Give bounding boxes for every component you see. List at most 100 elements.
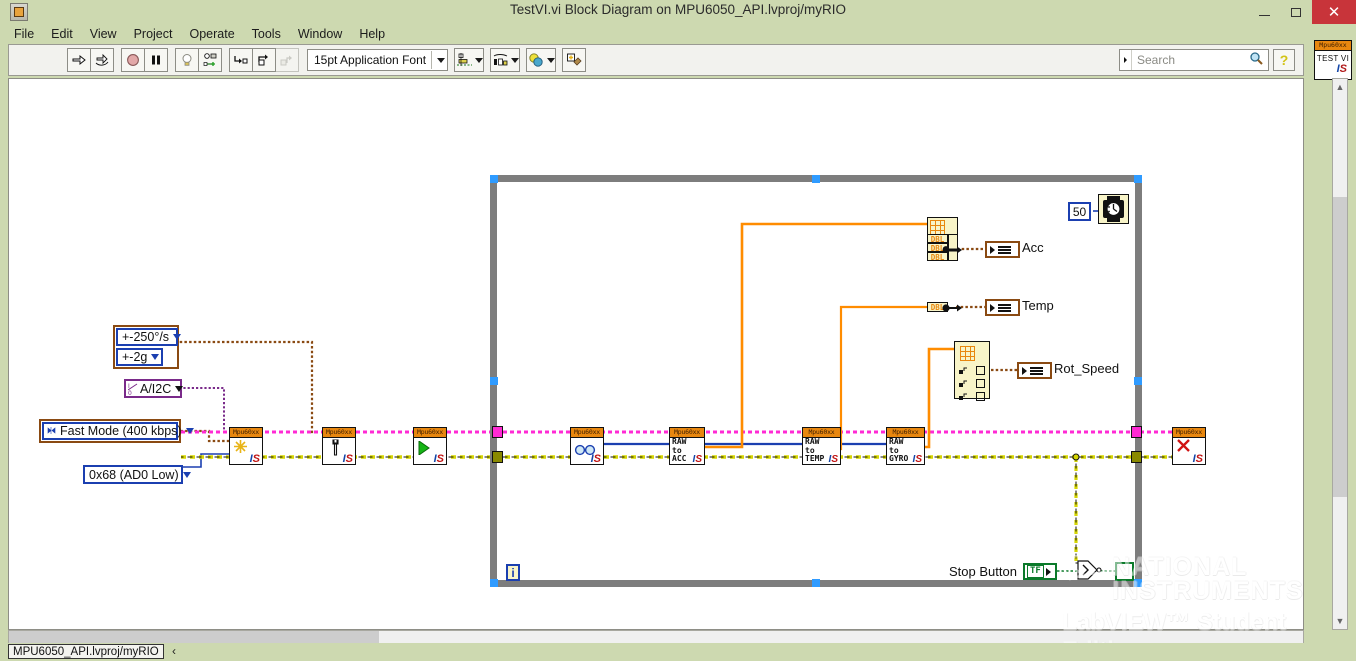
loop-handle-tl[interactable] <box>490 175 498 183</box>
i2c-speed-value: Fast Mode (400 kbps) <box>56 424 186 438</box>
loop-handle-tm[interactable] <box>812 175 820 183</box>
vertical-scrollbar-thumb[interactable] <box>1333 197 1347 497</box>
i2c-speed-ring[interactable]: Fast Mode (400 kbps) <box>42 422 178 440</box>
chevron-down-icon[interactable] <box>151 354 159 360</box>
search-icon[interactable] <box>1249 51 1263 70</box>
loop-handle-bl[interactable] <box>490 579 498 587</box>
search-input[interactable]: Search <box>1119 49 1269 71</box>
vi-suffix: IS <box>434 453 444 465</box>
raw-to-acc-vi[interactable]: Mpu60xx RAWtoACC IS <box>669 427 705 465</box>
mpu-open-vi[interactable]: Mpu60xx IS <box>229 427 263 465</box>
highlight-execution-button[interactable] <box>175 48 199 72</box>
font-selector[interactable]: 15pt Application Font <box>307 49 448 71</box>
loop-handle-ml[interactable] <box>490 377 498 385</box>
loop-handle-br[interactable] <box>1134 579 1142 587</box>
raw-to-gyro-text: RAWtoGYRO <box>889 438 908 464</box>
loop-stop-terminal[interactable] <box>1115 562 1134 581</box>
menu-item-view[interactable]: View <box>90 27 117 41</box>
temp-indicator-label: Temp <box>1022 298 1054 313</box>
indicator-bars-icon <box>998 246 1011 254</box>
run-button[interactable] <box>67 48 91 72</box>
vi-node-header: Mpu60xx <box>230 428 262 438</box>
rot-speed-indicator-terminal[interactable] <box>1017 362 1052 379</box>
menu-item-help[interactable]: Help <box>359 27 385 41</box>
step-over-button[interactable] <box>252 48 276 72</box>
indicator-arrow-icon <box>990 304 995 312</box>
chevron-down-icon[interactable] <box>175 386 183 392</box>
menu-item-file[interactable]: File <box>14 27 34 41</box>
vertical-scrollbar[interactable]: ▲ ▼ <box>1332 78 1348 630</box>
block-diagram-canvas[interactable]: i +-250°/s +-2g I0 A/I2C <box>8 78 1304 630</box>
vi-icon[interactable]: Mpu60xx TEST VI IS <box>1314 40 1352 80</box>
device-address-ring[interactable]: 0x68 (AD0 Low) <box>83 465 183 484</box>
minimize-button[interactable] <box>1248 0 1280 24</box>
context-help-button[interactable]: ? <box>1273 49 1295 71</box>
loop-tunnel-refnum-left[interactable] <box>492 426 503 438</box>
maximize-button[interactable] <box>1280 0 1312 24</box>
status-collapse-arrow[interactable]: ‹ <box>172 644 176 659</box>
reorder-button[interactable] <box>526 48 556 72</box>
gyro-cluster-build[interactable] <box>954 341 990 399</box>
mpu-config-vi[interactable]: Mpu60xx IS <box>322 427 356 465</box>
close-button[interactable]: ✕ <box>1312 0 1356 24</box>
gyro-range-ring[interactable]: +-250°/s <box>116 328 178 346</box>
raw-to-gyro-vi[interactable]: Mpu60xx RAWtoGYRO IS <box>886 427 925 465</box>
i2c-refnum-ring[interactable]: I0 A/I2C <box>124 379 182 398</box>
menu-item-edit[interactable]: Edit <box>51 27 73 41</box>
loop-iteration-terminal[interactable]: i <box>506 564 520 581</box>
mpu-start-vi[interactable]: Mpu60xx IS <box>413 427 447 465</box>
mpu-close-vi[interactable]: Mpu60xx IS <box>1172 427 1206 465</box>
menu-item-operate[interactable]: Operate <box>189 27 234 41</box>
vi-suffix: IS <box>591 453 601 465</box>
loop-handle-tr[interactable] <box>1134 175 1142 183</box>
accel-range-ring[interactable]: +-2g <box>116 348 163 366</box>
acc-indicator-terminal[interactable] <box>985 241 1020 258</box>
wait-until-next-ms-node[interactable] <box>1098 194 1129 224</box>
stop-button-label: Stop Button <box>949 564 1017 579</box>
temp-indicator-terminal[interactable] <box>985 299 1020 316</box>
device-address-value: 0x68 (AD0 Low) <box>85 468 183 482</box>
vi-icon-line2: IS <box>1315 63 1347 75</box>
not-function-node[interactable] <box>1077 559 1103 586</box>
loop-tunnel-error-left[interactable] <box>492 451 503 463</box>
loop-handle-mr[interactable] <box>1134 377 1142 385</box>
raw-to-temp-vi[interactable]: Mpu60xx RAWtoTEMP IS <box>802 427 841 465</box>
close-x-icon <box>1177 439 1190 457</box>
search-dropdown-icon[interactable] <box>1120 50 1132 70</box>
menu-item-window[interactable]: Window <box>298 27 342 41</box>
font-label: 15pt Application Font <box>314 53 426 67</box>
project-path-field[interactable]: MPU6050_API.lvproj/myRIO <box>8 644 164 659</box>
loop-tunnel-refnum-right[interactable] <box>1131 426 1142 438</box>
loop-tunnel-error-right[interactable] <box>1131 451 1142 463</box>
align-objects-button[interactable] <box>454 48 484 72</box>
step-into-button[interactable] <box>229 48 253 72</box>
vi-node-header: Mpu60xx <box>323 428 355 438</box>
abort-execution-button[interactable] <box>121 48 145 72</box>
cleanup-diagram-button[interactable] <box>562 48 586 72</box>
indicator-bars-icon <box>998 304 1011 312</box>
stop-button-terminal[interactable]: TF <box>1023 563 1057 580</box>
while-loop-structure[interactable] <box>490 175 1142 587</box>
menu-item-tools[interactable]: Tools <box>252 27 281 41</box>
gyro-element-rows <box>959 366 985 401</box>
menu-item-project[interactable]: Project <box>134 27 173 41</box>
chevron-down-icon[interactable] <box>186 428 194 434</box>
distribute-objects-button[interactable] <box>490 48 520 72</box>
window-title: TestVI.vi Block Diagram on MPU6050_API.l… <box>0 2 1356 17</box>
ring-left-arrows-icon <box>47 422 56 440</box>
window-controls: ✕ <box>1248 0 1356 24</box>
step-out-button[interactable] <box>275 48 299 72</box>
retain-wire-values-button[interactable] <box>198 48 222 72</box>
gyro-range-value: +-250°/s <box>118 330 173 344</box>
mpu-read-raw-vi[interactable]: Mpu60xx IS <box>570 427 604 465</box>
menu-bar: File Edit View Project Operate Tools Win… <box>0 24 1356 44</box>
loop-handle-bm[interactable] <box>812 579 820 587</box>
status-bar: MPU6050_API.lvproj/myRIO ‹ <box>0 643 1356 661</box>
pause-button[interactable] <box>144 48 168 72</box>
scroll-up-arrow[interactable]: ▲ <box>1333 79 1347 95</box>
chevron-down-icon[interactable] <box>183 472 191 478</box>
scroll-down-arrow[interactable]: ▼ <box>1333 613 1347 629</box>
wait-ms-constant[interactable]: 50 <box>1068 202 1091 221</box>
run-continuously-button[interactable] <box>90 48 114 72</box>
chevron-down-icon[interactable] <box>173 334 181 340</box>
